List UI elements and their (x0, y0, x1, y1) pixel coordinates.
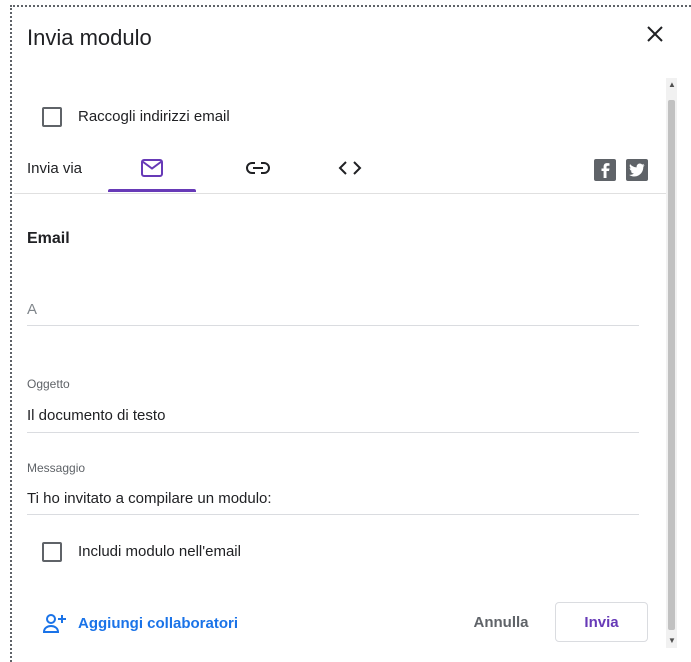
embed-code-icon (338, 161, 362, 175)
send-via-label: Invia via (27, 160, 83, 177)
cancel-button[interactable]: Annulla (462, 602, 540, 642)
screenshot-border-top (10, 5, 691, 7)
scroll-up-arrow-icon[interactable]: ▲ (668, 80, 676, 89)
twitter-share-button[interactable] (626, 159, 648, 181)
to-email-input[interactable] (27, 296, 639, 322)
add-collaborators-button[interactable]: Aggiungi collaboratori (42, 612, 238, 634)
message-underline (27, 514, 639, 515)
tab-link[interactable] (228, 144, 288, 192)
collect-emails-checkbox[interactable] (42, 107, 62, 127)
facebook-share-button[interactable] (594, 159, 616, 181)
active-tab-indicator (108, 189, 196, 192)
subject-input[interactable] (27, 402, 639, 428)
close-button[interactable] (641, 20, 669, 48)
scroll-down-arrow-icon[interactable]: ▼ (668, 636, 676, 645)
add-person-icon (42, 614, 66, 633)
scrollbar-thumb[interactable] (668, 100, 675, 630)
twitter-icon (629, 163, 645, 177)
link-icon (246, 162, 270, 174)
subject-underline (27, 432, 639, 433)
add-collaborators-label: Aggiungi collaboratori (78, 614, 238, 632)
close-icon (647, 26, 663, 42)
tab-embed[interactable] (320, 144, 380, 192)
email-section-title: Email (27, 230, 70, 247)
subject-label: Oggetto (27, 377, 70, 391)
collect-emails-label: Raccogli indirizzi email (78, 108, 230, 125)
include-form-label: Includi modulo nell'email (78, 543, 241, 560)
message-input[interactable] (27, 485, 639, 511)
tabs-divider (14, 193, 666, 194)
dialog-title: Invia modulo (27, 25, 152, 50)
message-label: Messaggio (27, 461, 86, 475)
email-icon (141, 159, 163, 177)
send-button[interactable]: Invia (555, 602, 648, 642)
include-form-checkbox[interactable] (42, 542, 62, 562)
tab-email[interactable] (120, 144, 184, 192)
to-field-underline (27, 325, 639, 326)
screenshot-border-left (10, 5, 12, 662)
facebook-icon (601, 163, 610, 178)
